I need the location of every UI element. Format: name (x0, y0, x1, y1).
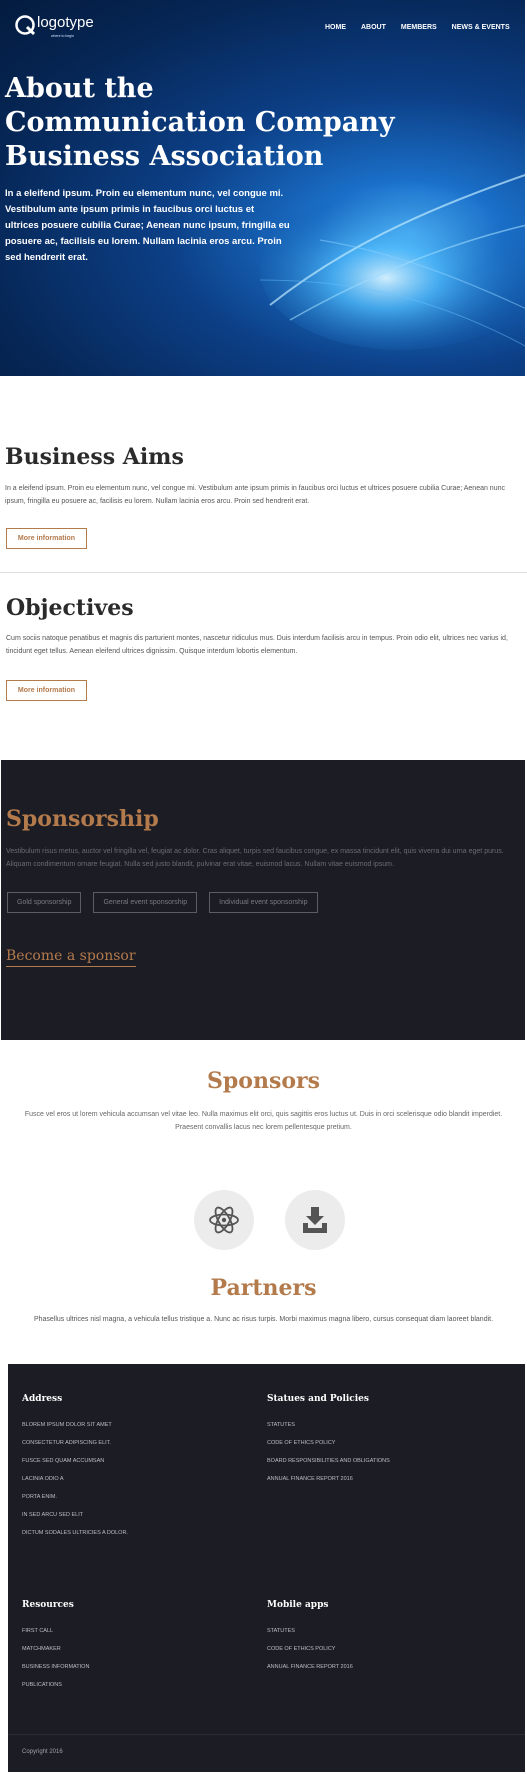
footer-resources-title: Resources (22, 1600, 74, 1610)
footer-link-matchmaker[interactable]: Matchmaker (22, 1644, 89, 1662)
sponsorship-tags: Gold sponsorship General event sponsorsh… (7, 892, 330, 913)
atom-icon (209, 1206, 239, 1234)
logo[interactable]: logotype where to begin (15, 14, 94, 38)
business-aims-title: Business Aims (5, 444, 184, 470)
section-divider (0, 572, 527, 573)
hero-title-line: About the (5, 73, 154, 104)
footer-address-line: Dictum sodales ultricies a dolor. (22, 1530, 128, 1536)
download-tray-icon (303, 1207, 327, 1233)
footer-address-line: Blorem ipsum dolor sit amet (22, 1422, 112, 1428)
footer-statues-title: Statues and Policies (267, 1394, 369, 1404)
footer-link-ethics[interactable]: Code of ethics policy (267, 1438, 390, 1456)
footer-link-first-call[interactable]: First call (22, 1626, 89, 1644)
footer-address-line: Consectetur adipiscing elit. (22, 1440, 111, 1446)
nav-home[interactable]: HOME (325, 24, 346, 31)
nav-about[interactable]: ABOUT (361, 24, 386, 31)
partners-text: Phasellus ultrices nisl magna, a vehicul… (33, 1316, 494, 1323)
sponsorship-section: Sponsorship Vestibulum risus metus, auct… (1, 760, 525, 1040)
partners-title: Partners (210, 1275, 317, 1301)
footer-separator (8, 1734, 525, 1735)
footer-mobile-apps: Mobile apps Statutes Code of ethics poli… (267, 1600, 353, 1680)
business-aims-more-button[interactable]: More information (6, 528, 87, 549)
objectives-title: Objectives (6, 595, 134, 621)
hero-text: In a eleifend ipsum. Proin eu elementum … (5, 188, 290, 263)
hero-title-line: Communication Company (5, 107, 395, 138)
nav-members[interactable]: MEMBERS (401, 24, 437, 31)
footer-address-line: Lacinia odio a (22, 1476, 64, 1482)
footer-link-statutes[interactable]: Statutes (267, 1420, 390, 1438)
sponsorship-text: Vestibulum risus metus, auctor vel fring… (6, 848, 504, 868)
tag-general-event-sponsorship[interactable]: General event sponsorship (93, 892, 198, 913)
logo-text: logotype (37, 14, 94, 31)
sponsors-text: Fusce vel eros ut lorem vehicula accumsa… (24, 1111, 503, 1131)
footer: Address Blorem ipsum dolor sit amet Cons… (8, 1364, 525, 1772)
sponsor-logo-download[interactable] (285, 1190, 345, 1250)
footer-address-line: In sed arcu sed elit (22, 1512, 84, 1518)
business-aims-text: In a eleifend ipsum. Proin eu elementum … (5, 485, 505, 505)
nav-news-events[interactable]: NEWS & EVENTS (452, 24, 510, 31)
main-nav: HOME ABOUT MEMBERS NEWS & EVENTS (325, 24, 525, 31)
hero-banner: logotype where to begin HOME ABOUT MEMBE… (0, 0, 525, 376)
logo-mark-icon (15, 15, 35, 35)
footer-address: Address Blorem ipsum dolor sit amet Cons… (22, 1394, 128, 1546)
footer-link-statutes[interactable]: Statutes (267, 1626, 353, 1644)
footer-link-business-info[interactable]: Business information (22, 1662, 89, 1680)
sponsors-title: Sponsors (207, 1068, 320, 1094)
footer-address-line: Fusce sed quam accumsan (22, 1458, 105, 1464)
footer-mobile-title: Mobile apps (267, 1600, 329, 1610)
objectives-more-button[interactable]: More information (6, 680, 87, 701)
footer-link-ethics[interactable]: Code of ethics policy (267, 1644, 353, 1662)
footer-link-finance-report[interactable]: Annual finance report 2016 (267, 1662, 353, 1680)
footer-address-line: Porta enim. (22, 1494, 57, 1500)
footer-address-title: Address (22, 1394, 63, 1404)
sponsor-logo-atom[interactable] (194, 1190, 254, 1250)
objectives-text: Cum sociis natoque penatibus et magnis d… (6, 635, 508, 655)
sponsorship-title: Sponsorship (6, 806, 159, 832)
hero-title-line: Business Association (5, 141, 324, 172)
footer-resources: Resources First call Matchmaker Business… (22, 1600, 89, 1698)
footer-link-finance-report[interactable]: Annual finance report 2016 (267, 1474, 390, 1492)
hero-title: About the Communication Company Business… (5, 72, 395, 174)
logo-tagline: where to begin (51, 34, 74, 38)
tag-individual-event-sponsorship[interactable]: Individual event sponsorship (209, 892, 318, 913)
become-sponsor-link[interactable]: Become a sponsor (6, 948, 136, 967)
footer-link-publications[interactable]: Publications (22, 1680, 89, 1698)
tag-gold-sponsorship[interactable]: Gold sponsorship (7, 892, 82, 913)
footer-link-board[interactable]: Board responsibilities and obligations (267, 1456, 390, 1474)
footer-statues: Statues and Policies Statutes Code of et… (267, 1394, 390, 1492)
copyright: Copyright 2016 (22, 1749, 63, 1755)
